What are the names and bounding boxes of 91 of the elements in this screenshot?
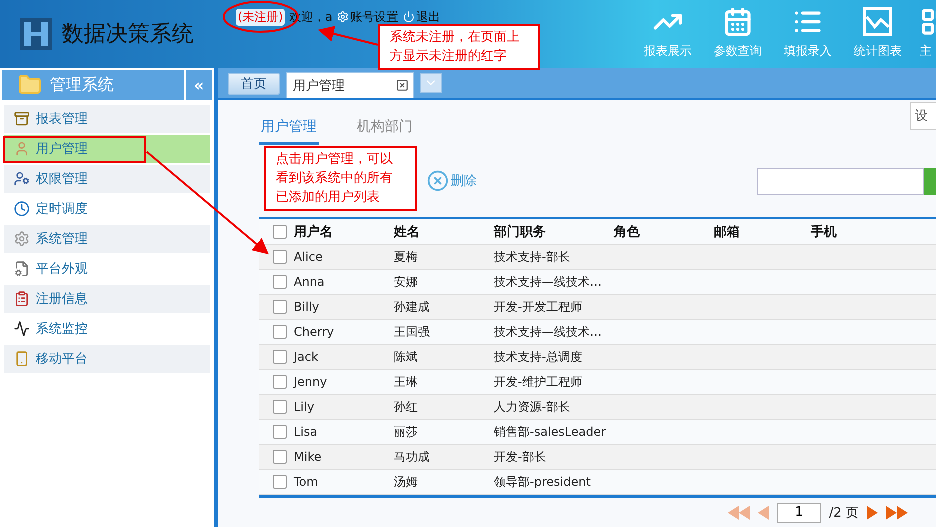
checkbox[interactable]: [273, 450, 287, 464]
column-header: 手机: [811, 224, 837, 240]
phone-icon: [14, 351, 30, 367]
search-field[interactable]: [757, 168, 924, 194]
logo-icon: [20, 18, 52, 50]
sidebar-item[interactable]: 系统管理: [4, 225, 210, 253]
last-page-icon[interactable]: [886, 506, 908, 520]
table-cell: 技术支持—线技术…: [494, 274, 602, 288]
cabinet-icon: [14, 111, 30, 127]
column-header: 邮箱: [714, 224, 740, 240]
activity-icon: [14, 321, 30, 337]
annotation-arrow: [318, 26, 378, 46]
table-cell: 孙红: [394, 400, 418, 414]
unregistered-label: (未注册): [236, 8, 286, 26]
sidebar-item[interactable]: 报表管理: [4, 105, 210, 133]
page-tab[interactable]: 用户管理: [286, 72, 414, 98]
sidebar-item[interactable]: 移动平台: [4, 345, 210, 373]
document-gear-icon: [14, 261, 30, 277]
tab-menu-button[interactable]: [420, 73, 442, 93]
checkbox[interactable]: [273, 275, 287, 289]
table-cell: 安娜: [394, 274, 418, 288]
page-total: /2 页: [829, 505, 859, 522]
nav-button[interactable]: 统计图表: [850, 0, 906, 68]
sub-tab[interactable]: 机构部门: [355, 118, 415, 145]
app-title: 数据决策系统: [62, 21, 194, 49]
annotation-callout: 系统未注册，在页面上方显示未注册的红字: [378, 24, 540, 70]
checkbox[interactable]: [273, 350, 287, 364]
table-cell: Lisa: [294, 425, 318, 439]
clock-icon: [14, 201, 30, 217]
sidebar-item[interactable]: 注册信息: [4, 285, 210, 313]
table-cell: 开发-开发工程师: [494, 300, 582, 314]
table-cell: 开发-维护工程师: [494, 374, 582, 388]
column-header: 角色: [614, 224, 640, 240]
table-cell: 丽莎: [394, 424, 418, 438]
gear-icon: [14, 231, 30, 247]
column-header: 用户名: [294, 224, 333, 240]
table-cell: Billy: [294, 300, 320, 314]
previous-page-icon[interactable]: [758, 506, 770, 520]
gear-icon: [336, 11, 349, 23]
logout-link[interactable]: 退出: [402, 8, 441, 26]
table-cell: 夏梅: [394, 250, 418, 264]
table-cell: 技术支持-总调度: [494, 350, 582, 364]
page-number-field[interactable]: 1: [777, 503, 822, 523]
first-page-icon[interactable]: [728, 506, 750, 520]
table-cell: 技术支持—线技术…: [494, 324, 602, 338]
table-cell: 陈斌: [394, 350, 418, 364]
close-icon[interactable]: [396, 79, 409, 92]
table-cell: 孙建成: [394, 300, 430, 314]
table-cell: 王国强: [394, 324, 430, 338]
folder-icon: [18, 73, 42, 97]
delete-button[interactable]: 删除: [427, 170, 477, 192]
home-tab[interactable]: 首页: [228, 73, 280, 95]
sidebar-item[interactable]: 权限管理: [4, 165, 210, 193]
user-icon: [14, 141, 30, 157]
table-cell: 领导部-president: [494, 474, 591, 488]
table-cell: Jenny: [294, 375, 328, 389]
column-header: 部门职务: [494, 224, 546, 240]
settings-button[interactable]: 设: [910, 102, 936, 130]
calendar-icon: [723, 7, 753, 37]
table-cell: Lily: [294, 400, 314, 414]
table-cell: 马功成: [394, 450, 430, 464]
checkbox[interactable]: [273, 300, 287, 314]
table-cell: 开发-部长: [494, 450, 546, 464]
checkbox[interactable]: [273, 325, 287, 339]
account-settings-link[interactable]: 账号设置: [336, 8, 399, 26]
annotation-callout: 点击用户管理，可以看到该系统中的所有已添加的用户列表: [264, 146, 417, 211]
checkbox[interactable]: [273, 375, 287, 389]
table-cell: Alice: [294, 250, 323, 264]
table-cell: 人力资源-部长: [494, 400, 570, 414]
power-icon: [402, 11, 415, 23]
checkbox[interactable]: [273, 475, 287, 489]
nav-button[interactable]: 主: [920, 0, 936, 68]
table-cell: 销售部-salesLeader: [494, 424, 606, 438]
column-header: 姓名: [394, 224, 420, 240]
table-cell: Mike: [294, 450, 322, 464]
sidebar-title: 管理系统: [50, 74, 114, 96]
table-cell: Cherry: [294, 325, 334, 339]
checkbox[interactable]: [273, 400, 287, 414]
line-chart-icon: [863, 7, 893, 37]
user-gear-icon: [14, 171, 30, 187]
checkbox[interactable]: [273, 250, 287, 264]
table-cell: Anna: [294, 275, 325, 289]
checkbox[interactable]: [273, 425, 287, 439]
next-page-icon[interactable]: [867, 506, 878, 520]
table-cell: 王琳: [394, 374, 418, 388]
table-cell: 汤姆: [394, 474, 418, 488]
checkbox[interactable]: [273, 224, 287, 238]
table-cell: Tom: [294, 475, 318, 489]
form-icon: [14, 291, 30, 307]
table-cell: Jack: [294, 350, 318, 364]
table-cell: 技术支持-部长: [494, 250, 570, 264]
